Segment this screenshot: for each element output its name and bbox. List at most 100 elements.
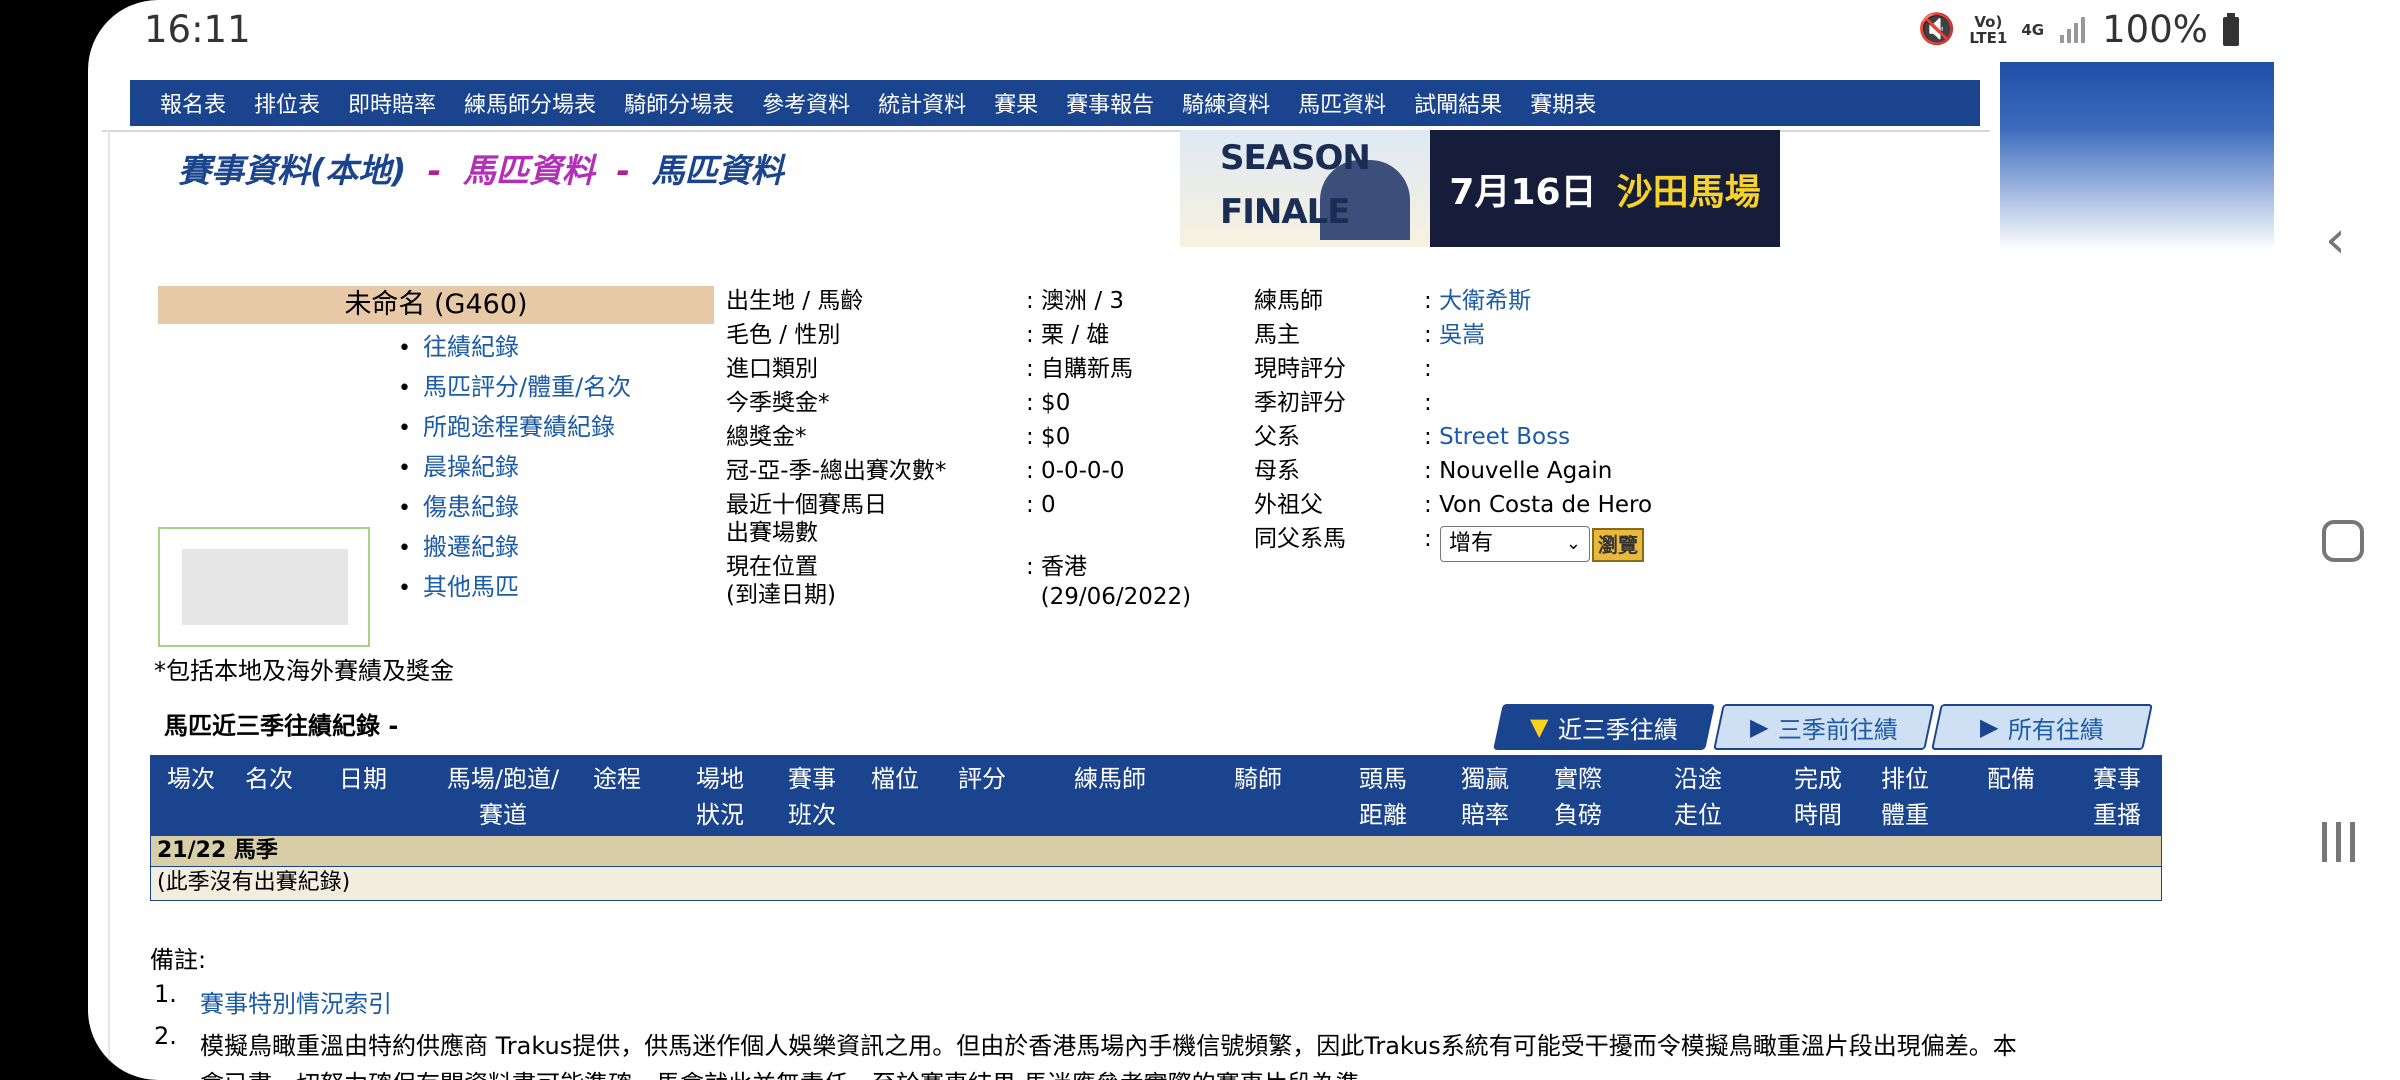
col-header: 賽事 班次 <box>788 765 836 829</box>
home-icon[interactable] <box>2322 520 2364 562</box>
divider <box>108 130 110 1080</box>
horse-link[interactable]: 往績紀錄 <box>398 330 631 370</box>
horse-name: 未命名 (G460) <box>158 286 714 324</box>
info-values: : 澳洲 / 3 : 栗 / 雄 : 自購新馬 : $0 : $0 : 0-0-… <box>1026 284 1191 614</box>
section-title: 馬匹近三季往績紀錄 - <box>164 712 399 740</box>
chevron-down-icon: ⌄ <box>1565 533 1581 554</box>
menu-item[interactable]: 騎師分場表 <box>610 87 748 119</box>
info-value: (29/06/2022) <box>1026 584 1192 610</box>
colon: : <box>1424 492 1432 518</box>
season-start-rating-value: : <box>1424 390 1432 416</box>
tab-earlier-seasons[interactable]: ▶ 三季前往績 <box>1713 704 1935 750</box>
main-menu: 報名表 排位表 即時賠率 練馬師分場表 騎師分場表 參考資料 統計資料 賽果 賽… <box>130 80 1980 126</box>
horse-link-list: 往績紀錄 馬匹評分/體重/名次 所跑途程賽績紀錄 晨操紀錄 傷患紀錄 搬遷紀錄 … <box>398 330 631 610</box>
horse-link[interactable]: 搬遷紀錄 <box>398 530 631 570</box>
menu-item[interactable]: 馬匹資料 <box>1284 87 1400 119</box>
horse-link[interactable]: 其他馬匹 <box>398 570 631 610</box>
header-gradient <box>2000 62 2274 250</box>
remark-text: 模擬鳥瞰重溫由特約供應商 Trakus提供，供馬迷作個人娛樂資訊之用。但由於香港… <box>200 1032 2017 1060</box>
horse-link[interactable]: 傷患紀錄 <box>398 490 631 530</box>
banner-date: 7月16日 <box>1449 171 1597 213</box>
info-labels: 出生地 / 馬齡 毛色 / 性別 進口類別 今季獎金* 總獎金* 冠-亞-季-總… <box>726 284 946 612</box>
col-header: 獨贏 賠率 <box>1461 765 1509 829</box>
menu-item[interactable]: 參考資料 <box>748 87 864 119</box>
menu-item[interactable]: 統計資料 <box>864 87 980 119</box>
damsire-value: Von Costa de Hero <box>1439 492 1653 518</box>
menu-item[interactable]: 練馬師分場表 <box>450 87 610 119</box>
table-header: 場次 名次 日期 馬場/跑道/賽道 途程 場地 狀況 賽事 班次 檔位 評分 練馬師… <box>150 755 2162 835</box>
info-label: 今季獎金* <box>726 390 830 416</box>
tab-all-records[interactable]: ▶ 所有往績 <box>1931 704 2153 750</box>
title-main: 賽事資料(本地) <box>178 151 407 190</box>
menu-item[interactable]: 賽事報告 <box>1052 87 1168 119</box>
browse-button[interactable]: 瀏覽 <box>1592 528 1644 562</box>
col-header: 名次 <box>245 765 293 793</box>
tab-label: 所有往績 <box>2008 715 2105 744</box>
menu-item[interactable]: 排位表 <box>240 87 334 119</box>
menu-item[interactable]: 騎練資料 <box>1168 87 1284 119</box>
promo-banner[interactable]: SEASON FINALE 7月16日 沙田馬場 <box>1180 130 1780 247</box>
footnote: *包括本地及海外賽績及獎金 <box>154 657 454 685</box>
menu-item[interactable]: 即時賠率 <box>334 87 450 119</box>
info-label: 出生地 / 馬齡 <box>726 288 864 314</box>
mute-icon: 🔇 <box>1918 12 1956 47</box>
col-header: 場次 <box>167 765 215 793</box>
dam-label: 母系 <box>1254 458 1300 484</box>
owner-link[interactable]: 吳嵩 <box>1439 322 1485 348</box>
remark-number: 1. <box>154 980 177 1008</box>
race-record-table: 場次 名次 日期 馬場/跑道/賽道 途程 場地 狀況 賽事 班次 檔位 評分 練馬師… <box>150 755 2162 901</box>
horse-link[interactable]: 馬匹評分/體重/名次 <box>398 370 631 410</box>
battery-percent: 100% <box>2102 8 2208 51</box>
recent-apps-icon[interactable] <box>2322 822 2355 862</box>
info-value <box>1026 522 1191 550</box>
triangle-right-icon: ▶ <box>1979 713 1999 741</box>
col-header: 途程 <box>593 765 641 793</box>
trainer-link[interactable]: 大衛希斯 <box>1439 288 1531 314</box>
info-label: 冠-亞-季-總出賽次數* <box>726 458 947 484</box>
sire-link[interactable]: Street Boss <box>1439 424 1570 450</box>
horse-link[interactable]: 晨操紀錄 <box>398 450 631 490</box>
owner-label: 馬主 <box>1254 322 1300 348</box>
info-label: 毛色 / 性別 <box>726 322 841 348</box>
damsire-label: 外祖父 <box>1254 492 1323 518</box>
tab-last-three-seasons[interactable]: ▼ 近三季往績 <box>1493 704 1715 750</box>
volte-indicator: Vo) LTE1 <box>1969 12 2008 47</box>
same-sire-label: 同父系馬 <box>1254 526 1346 552</box>
same-sire-select[interactable]: 增有 ⌄ <box>1440 526 1590 562</box>
breadcrumb-horse-info[interactable]: 馬匹資料 <box>463 151 595 190</box>
horse-link[interactable]: 所跑途程賽績紀錄 <box>398 410 631 450</box>
menu-item[interactable]: 試閘結果 <box>1400 87 1516 119</box>
horse-photo <box>158 527 370 647</box>
triangle-down-icon: ▼ <box>1529 713 1549 741</box>
col-header: 評分 <box>958 765 1006 793</box>
status-time: 16:11 <box>144 8 251 51</box>
colon: : <box>1424 424 1432 450</box>
colon: : <box>1424 458 1432 484</box>
tab-label: 三季前往績 <box>1778 715 1899 744</box>
col-header: 排位 體重 <box>1881 765 1929 829</box>
info-value: : $0 <box>1026 390 1071 416</box>
col-header: 沿途 走位 <box>1674 765 1722 829</box>
info-value: : $0 <box>1026 424 1071 450</box>
current-rating-label: 現時評分 <box>1254 356 1346 382</box>
col-header: 場地 狀況 <box>696 765 744 829</box>
info-label: 總獎金* <box>726 424 807 450</box>
col-header: 日期 <box>339 765 387 793</box>
info-value: : 0 <box>1026 492 1056 518</box>
info-value: : 香港 <box>1026 554 1088 580</box>
page-title: 賽事資料(本地) - 馬匹資料 - 馬匹資料 <box>178 144 784 192</box>
banner-season-text: SEASON <box>1220 138 1371 178</box>
col-header: 檔位 <box>871 765 919 793</box>
info-label: 進口類別 <box>726 356 818 382</box>
colon: : <box>1424 288 1432 314</box>
menu-item[interactable]: 賽果 <box>980 87 1052 119</box>
remark-link[interactable]: 賽事特別情況索引 <box>200 984 392 1019</box>
remark-number: 2. <box>154 1022 177 1050</box>
back-icon[interactable]: ‹ <box>2325 210 2346 270</box>
battery-icon <box>2222 12 2239 46</box>
menu-item[interactable]: 賽期表 <box>1516 87 1610 119</box>
trainer-label: 練馬師 <box>1254 288 1323 314</box>
col-header: 完成 時間 <box>1794 765 1842 829</box>
menu-item[interactable]: 報名表 <box>146 87 240 119</box>
info-label: (到達日期) <box>726 582 836 608</box>
